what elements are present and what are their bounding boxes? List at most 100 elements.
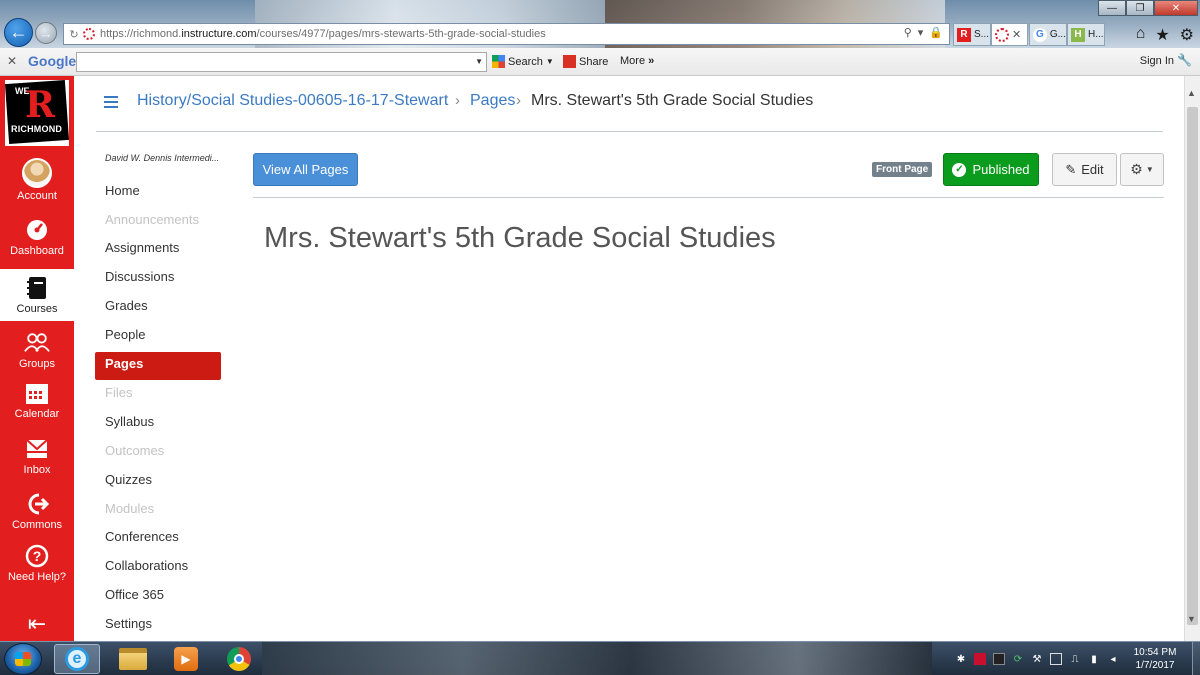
collapse-nav-button[interactable]: ⇤	[0, 611, 74, 636]
view-all-pages-button[interactable]: View All Pages	[253, 153, 358, 186]
restore-button[interactable]: ❐	[1126, 0, 1154, 16]
course-nav-conferences[interactable]: Conferences	[105, 529, 179, 544]
course-nav-grades[interactable]: Grades	[105, 298, 148, 313]
global-nav-dashboard[interactable]: Dashboard	[0, 217, 74, 262]
global-nav-account[interactable]: Account	[0, 158, 74, 208]
course-nav-pages[interactable]: Pages	[105, 356, 143, 371]
chevron-right-icon: ›	[455, 92, 460, 109]
display-icon[interactable]	[1050, 653, 1062, 665]
course-nav-syllabus[interactable]: Syllabus	[105, 414, 154, 429]
taskbar-file-explorer[interactable]	[110, 644, 156, 674]
google-search-button[interactable]: Search ▼	[492, 55, 554, 68]
edit-button[interactable]: ✎ Edit	[1052, 153, 1117, 186]
wrench-icon[interactable]: 🔧	[1177, 53, 1192, 67]
global-nav-courses[interactable]: Courses	[0, 269, 74, 321]
folder-icon	[119, 648, 147, 670]
hamburger-menu-icon[interactable]	[104, 96, 118, 108]
network-signal-icon[interactable]: ▮	[1088, 653, 1100, 665]
global-nav-commons[interactable]: Commons	[0, 491, 74, 536]
browser-tab[interactable]: G G...	[1029, 23, 1067, 46]
svg-text:?: ?	[33, 548, 42, 564]
back-button[interactable]: ←	[4, 18, 33, 47]
course-nav-modules[interactable]: Modules	[105, 501, 154, 516]
course-nav-discussions[interactable]: Discussions	[105, 269, 174, 284]
google-toolbar: ✕ Google ▼ Search ▼ Share More » Sign In…	[0, 48, 1200, 76]
power-icon[interactable]: ⎍	[1069, 653, 1081, 665]
dashboard-gauge-icon	[24, 217, 50, 243]
logo-text-bottom: RICHMOND	[11, 124, 63, 134]
volume-icon[interactable]: ◂	[1107, 653, 1119, 665]
sign-in-link[interactable]: Sign In	[1140, 55, 1174, 67]
google-favicon-icon: G	[1033, 27, 1047, 42]
internet-explorer-icon: e	[65, 647, 89, 671]
global-nav-calendar[interactable]: Calendar	[0, 380, 74, 425]
forward-button[interactable]: →	[35, 22, 57, 44]
course-nav-home[interactable]: Home	[105, 183, 140, 198]
url-host: instructure.com	[181, 28, 257, 40]
global-nav-label: Dashboard	[10, 245, 64, 257]
scroll-up-icon[interactable]: ▲	[1187, 88, 1196, 98]
course-nav-quizzes[interactable]: Quizzes	[105, 472, 152, 487]
sync-icon[interactable]: ⟳	[1012, 653, 1024, 665]
browser-tab-active[interactable]: ✕	[991, 23, 1028, 46]
close-button[interactable]: ✕	[1154, 0, 1198, 16]
home-icon[interactable]: ⌂	[1136, 25, 1146, 45]
tool-icon[interactable]: ⚒	[1031, 653, 1043, 665]
course-nav-assignments[interactable]: Assignments	[105, 240, 179, 255]
course-nav-outcomes[interactable]: Outcomes	[105, 443, 164, 458]
taskbar-chrome[interactable]	[216, 644, 262, 674]
divider	[253, 197, 1164, 198]
site-icon	[83, 28, 95, 40]
minimize-button[interactable]: —	[1098, 0, 1126, 16]
chevron-right-icon: ›	[516, 92, 521, 109]
address-bar[interactable]: ↻ https://richmond. instructure.com/cours…	[63, 23, 950, 45]
course-nav-collaborations[interactable]: Collaborations	[105, 558, 188, 573]
course-nav-files[interactable]: Files	[105, 385, 132, 400]
course-nav-settings[interactable]: Settings	[105, 616, 152, 631]
page-settings-button[interactable]: ⚙ ▼	[1120, 153, 1164, 186]
global-nav-label: Courses	[16, 303, 58, 315]
global-nav-groups[interactable]: Groups	[0, 330, 74, 375]
global-nav-inbox[interactable]: Inbox	[0, 436, 74, 481]
page-title: Mrs. Stewart's 5th Grade Social Studies	[264, 222, 776, 254]
browser-tab[interactable]: H H...	[1067, 23, 1105, 46]
tab-close-icon[interactable]: ✕	[1012, 28, 1021, 41]
screen: ← → ↻ https://richmond. instructure.com/c…	[0, 0, 1200, 675]
chevron-down-icon: ▼	[1145, 165, 1154, 174]
breadcrumb-course[interactable]: History/Social Studies-00605-16-17-Stewa…	[137, 92, 448, 110]
course-nav-announcements[interactable]: Announcements	[105, 212, 199, 227]
share-button[interactable]: Share	[563, 55, 608, 68]
settings-gear-icon[interactable]: ⚙	[1180, 25, 1194, 45]
dropdown-icon[interactable]: ▾	[918, 26, 924, 39]
search-icon[interactable]: ⚲	[904, 26, 912, 39]
scroll-thumb[interactable]	[1187, 107, 1198, 625]
tab-label: S...	[974, 29, 990, 40]
acrobat-icon[interactable]	[974, 653, 986, 665]
browser-tab[interactable]: R S...	[953, 23, 991, 46]
more-button[interactable]: More »	[620, 55, 654, 67]
global-nav-label: Inbox	[23, 464, 51, 476]
check-circle-icon: ✓	[952, 162, 967, 177]
chevron-down-icon[interactable]: ▼	[475, 57, 483, 66]
start-button[interactable]	[4, 643, 42, 675]
system-clock[interactable]: 10:54 PM 1/7/2017	[1125, 646, 1185, 672]
app-tray-icon[interactable]	[993, 653, 1005, 665]
arrow-right-icon: →	[39, 25, 53, 41]
breadcrumb-pages[interactable]: Pages	[470, 92, 515, 110]
published-button[interactable]: ✓ Published	[943, 153, 1039, 186]
bluetooth-icon[interactable]: ✱	[955, 653, 967, 665]
school-logo[interactable]: WE R RICHMOND	[4, 79, 70, 146]
taskbar-internet-explorer[interactable]: e	[54, 644, 100, 674]
page-scrollbar[interactable]: ▲ ▼	[1184, 76, 1200, 641]
favorites-star-icon[interactable]: ★	[1155, 25, 1169, 45]
course-nav-people[interactable]: People	[105, 327, 145, 342]
close-toolbar-icon[interactable]: ✕	[7, 54, 17, 68]
lock-icon[interactable]: 🔒	[929, 26, 943, 39]
show-desktop-button[interactable]	[1192, 642, 1200, 675]
google-search-input[interactable]: ▼	[76, 52, 487, 72]
scroll-down-icon[interactable]: ▼	[1187, 614, 1196, 624]
course-nav-office-365[interactable]: Office 365	[105, 587, 164, 602]
taskbar-media-player[interactable]: ▶	[163, 644, 209, 674]
refresh-icon[interactable]: ↻	[67, 28, 81, 41]
global-nav-help[interactable]: ? Need Help?	[0, 543, 74, 588]
